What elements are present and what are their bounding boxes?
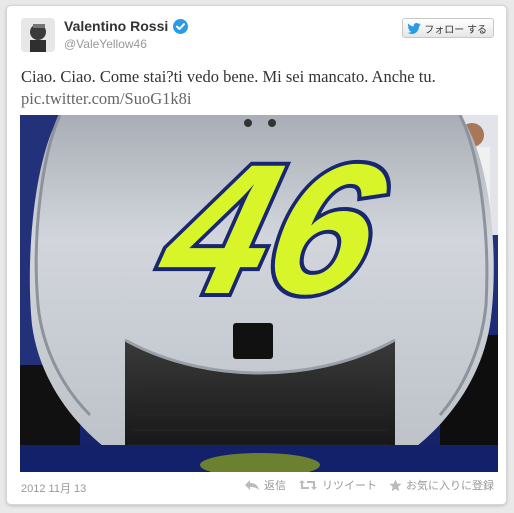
favorite-label: お気に入りに登録 <box>406 480 494 492</box>
favorite-button[interactable]: お気に入りに登録 <box>389 477 494 493</box>
tweet-card: Valentino Rossi @ValeYellow46 フォロー する Ci… <box>6 5 507 505</box>
follow-button[interactable]: フォロー する <box>402 18 494 38</box>
star-icon <box>389 479 402 491</box>
user-handle[interactable]: @ValeYellow46 <box>64 37 147 51</box>
avatar[interactable] <box>21 18 55 52</box>
reply-label: 返信 <box>264 480 286 492</box>
tweet-photo[interactable]: 46 <box>20 115 498 472</box>
verified-badge-icon <box>173 18 189 34</box>
tweet-text: Ciao. Ciao. Come stai?ti vedo bene. Mi s… <box>21 67 436 86</box>
tweet-actions: 返信 リツイート お気に入りに登録 <box>244 477 494 493</box>
retweet-button[interactable]: リツイート <box>298 477 377 493</box>
user-name[interactable]: Valentino Rossi <box>64 18 168 34</box>
tweet-photo-link[interactable]: pic.twitter.com/SuoG1k8i <box>21 88 192 110</box>
reply-button[interactable]: 返信 <box>244 477 286 493</box>
follow-button-label: フォロー する <box>424 24 487 36</box>
reply-icon <box>245 480 259 490</box>
tweet-date[interactable]: 2012 11月 13 <box>21 480 86 496</box>
retweet-label: リツイート <box>322 480 377 492</box>
user-name-row[interactable]: Valentino Rossi <box>64 18 189 34</box>
twitter-bird-icon <box>407 22 421 34</box>
retweet-icon <box>299 480 317 490</box>
